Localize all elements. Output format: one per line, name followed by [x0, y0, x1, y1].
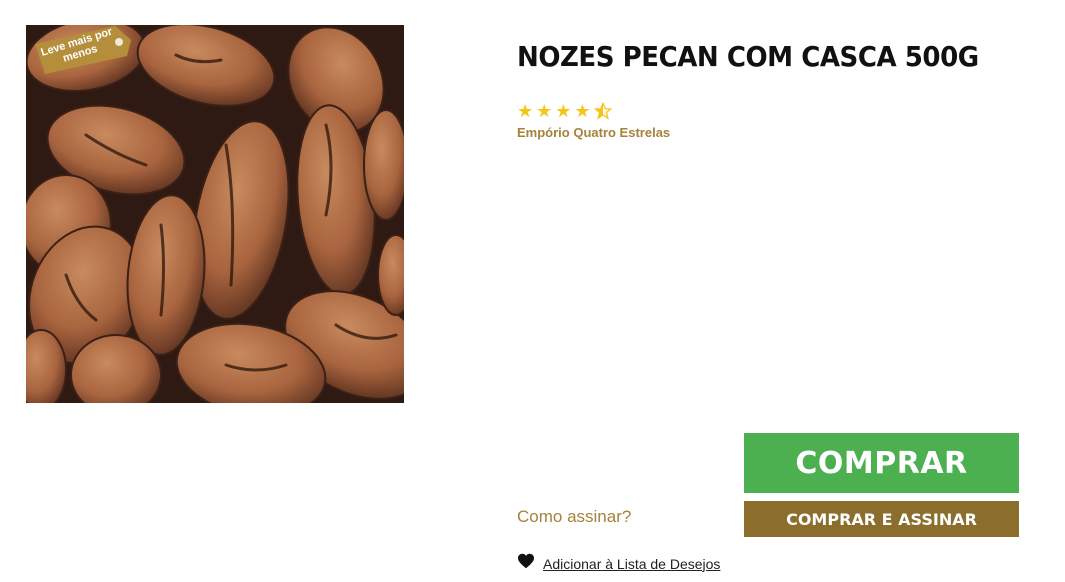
wishlist-action[interactable]: Adicionar à Lista de Desejos: [517, 553, 720, 574]
add-to-wishlist-link[interactable]: Adicionar à Lista de Desejos: [543, 556, 720, 572]
rating-stars[interactable]: ★ ★ ★ ★: [517, 101, 612, 123]
star-half-icon: [593, 101, 612, 123]
buy-button[interactable]: COMPRAR: [744, 433, 1019, 493]
brand-name[interactable]: Empório Quatro Estrelas: [517, 125, 670, 140]
star-icon: ★: [517, 101, 534, 121]
pecan-nuts-image: [26, 25, 404, 403]
star-icon: ★: [555, 101, 572, 121]
product-image[interactable]: [26, 25, 404, 403]
star-icon: ★: [536, 101, 553, 121]
star-icon: ★: [574, 101, 591, 121]
heart-icon: [517, 553, 535, 574]
buy-and-subscribe-button[interactable]: COMPRAR E ASSINAR: [744, 501, 1019, 537]
how-to-subscribe-link[interactable]: Como assinar?: [517, 507, 631, 527]
product-title: NOZES PECAN COM CASCA 500G: [517, 40, 979, 73]
promo-tag: Leve mais por menos: [31, 26, 135, 74]
